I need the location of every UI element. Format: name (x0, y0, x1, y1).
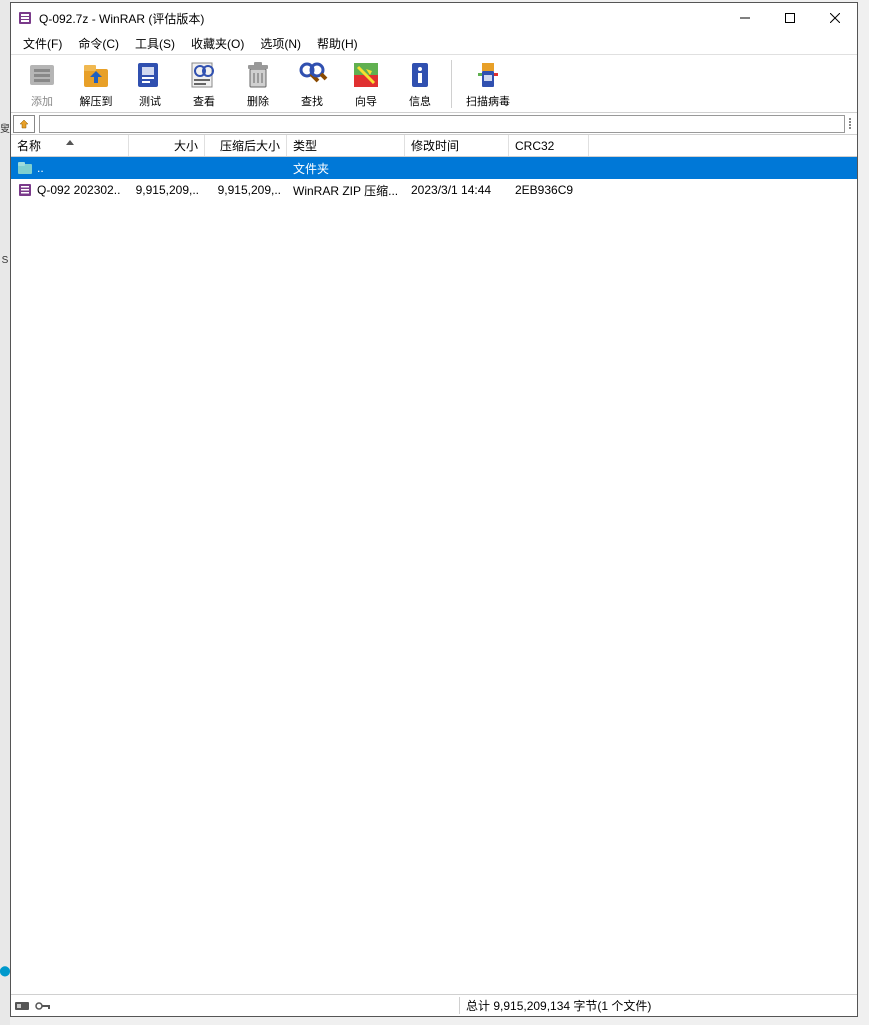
file-row[interactable]: Q-092 202302.. 9,915,209,.. 9,915,209,..… (11, 179, 857, 201)
wizard-button[interactable]: 向导 (339, 57, 393, 111)
extract-button[interactable]: 解压到 (69, 57, 123, 111)
pathbar (11, 113, 857, 135)
info-icon (404, 59, 436, 91)
header-packed[interactable]: 压缩后大小 (205, 135, 287, 156)
menu-commands[interactable]: 命令(C) (70, 33, 127, 54)
file-name: .. (37, 161, 44, 175)
file-row-parent[interactable]: .. 文件夹 (11, 157, 857, 179)
wizard-icon (350, 59, 382, 91)
header-size[interactable]: 大小 (129, 135, 205, 156)
close-button[interactable] (812, 3, 857, 33)
virus-icon (472, 59, 504, 91)
window-title: Q-092.7z - WinRAR (评估版本) (39, 10, 722, 27)
menu-tools[interactable]: 工具(S) (127, 33, 183, 54)
file-type: 文件夹 (287, 160, 405, 177)
archive-icon (17, 182, 33, 198)
desktop-right-strip (858, 0, 869, 1025)
wizard-label: 向导 (355, 93, 377, 109)
info-button[interactable]: 信息 (393, 57, 447, 111)
menu-options[interactable]: 选项(N) (252, 33, 309, 54)
delete-icon (242, 59, 274, 91)
column-headers: 名称 大小 压缩后大小 类型 修改时间 CRC32 (11, 135, 857, 157)
up-arrow-icon (17, 118, 31, 130)
statusbar: 总计 9,915,209,134 字节(1 个文件) (11, 994, 857, 1016)
test-icon (134, 59, 166, 91)
path-input[interactable] (39, 115, 845, 133)
disk-icon (15, 1000, 31, 1012)
virus-label: 扫描病毒 (466, 93, 510, 109)
extract-label: 解压到 (80, 93, 113, 109)
status-icons (11, 1000, 61, 1012)
view-button[interactable]: 查看 (177, 57, 231, 111)
view-label: 查看 (193, 93, 215, 109)
header-type[interactable]: 类型 (287, 135, 405, 156)
find-icon (296, 59, 328, 91)
add-label: 添加 (31, 93, 53, 109)
file-list[interactable]: .. 文件夹 Q-092 202302.. 9,915,209,.. 9,915… (11, 157, 857, 994)
header-modified[interactable]: 修改时间 (405, 135, 509, 156)
file-size: 9,915,209,.. (129, 183, 205, 197)
file-name: Q-092 202302.. (37, 183, 120, 197)
info-label: 信息 (409, 93, 431, 109)
add-button: 添加 (15, 57, 69, 111)
add-icon (26, 59, 58, 91)
folder-icon (17, 160, 33, 176)
file-packed: 9,915,209,.. (205, 183, 287, 197)
minimize-button[interactable] (722, 3, 767, 33)
find-label: 查找 (301, 93, 323, 109)
menu-favorites[interactable]: 收藏夹(O) (183, 33, 252, 54)
header-name[interactable]: 名称 (11, 135, 129, 156)
menubar: 文件(F) 命令(C) 工具(S) 收藏夹(O) 选项(N) 帮助(H) (11, 33, 857, 55)
toolbar-separator (451, 60, 457, 108)
up-button[interactable] (13, 115, 35, 133)
menu-help[interactable]: 帮助(H) (309, 33, 366, 54)
test-label: 测试 (139, 93, 161, 109)
resize-grip[interactable] (845, 115, 855, 133)
file-crc: 2EB936C9 (509, 183, 589, 197)
desktop-left-strip: 叟S⬤ (0, 0, 10, 1025)
file-type: WinRAR ZIP 压缩... (287, 182, 405, 199)
file-modified: 2023/3/1 14:44 (405, 183, 509, 197)
toolbar: 添加 解压到 测试 查看 删除 查找 向导 信息 (11, 55, 857, 113)
virus-scan-button[interactable]: 扫描病毒 (461, 57, 515, 111)
extract-icon (80, 59, 112, 91)
key-icon (35, 1000, 51, 1012)
header-crc[interactable]: CRC32 (509, 135, 589, 156)
delete-button[interactable]: 删除 (231, 57, 285, 111)
delete-label: 删除 (247, 93, 269, 109)
app-icon (17, 10, 33, 26)
view-icon (188, 59, 220, 91)
menu-file[interactable]: 文件(F) (15, 33, 70, 54)
sort-ascending-icon (66, 134, 74, 148)
test-button[interactable]: 测试 (123, 57, 177, 111)
find-button[interactable]: 查找 (285, 57, 339, 111)
titlebar[interactable]: Q-092.7z - WinRAR (评估版本) (11, 3, 857, 33)
winrar-window: Q-092.7z - WinRAR (评估版本) 文件(F) 命令(C) 工具(… (10, 2, 858, 1017)
status-summary: 总计 9,915,209,134 字节(1 个文件) (459, 997, 857, 1014)
maximize-button[interactable] (767, 3, 812, 33)
